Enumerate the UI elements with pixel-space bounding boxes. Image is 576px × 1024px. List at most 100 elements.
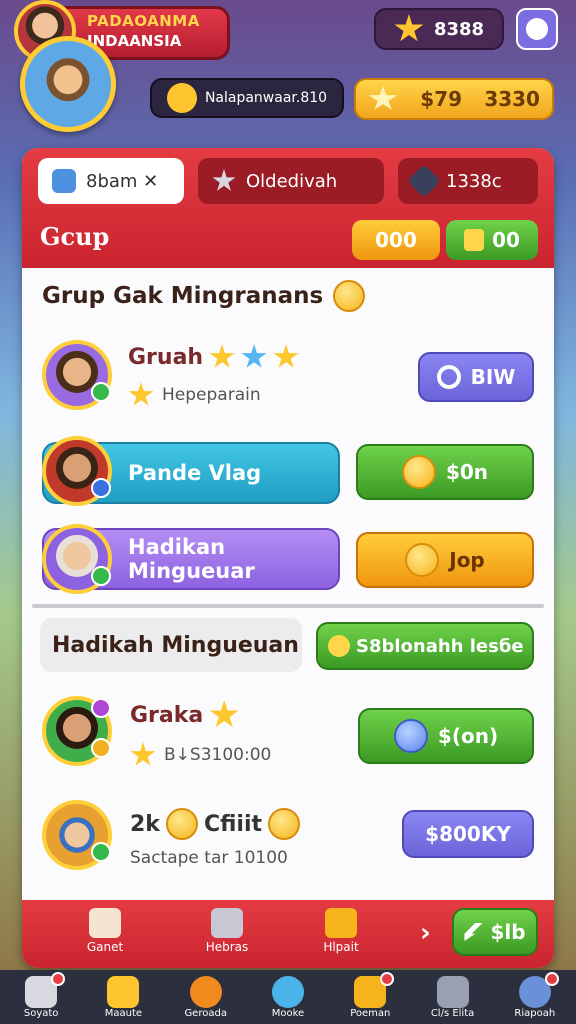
button-label: $800KY [425, 822, 511, 846]
star-icon [368, 86, 398, 110]
go-button[interactable]: $lb [452, 908, 538, 956]
smile-emoji-icon [401, 455, 436, 489]
house-icon [89, 908, 121, 938]
nav-label: Cl/s Elita [430, 1008, 475, 1019]
button-label: Jop [449, 548, 485, 572]
footer-camera[interactable]: Hebras [192, 906, 262, 954]
member-sub: Sactape tar 10100 [130, 848, 288, 868]
list-item[interactable]: 2k Cfiiit Sactape tar 10100 $800KY [42, 796, 538, 876]
star-icon [273, 344, 299, 368]
member-sub-text: Sactape tar 10100 [130, 848, 288, 868]
chevron-right-icon[interactable]: › [420, 918, 431, 948]
magic-badge-icon [91, 698, 111, 718]
tab-search[interactable]: 8bam ✕ [38, 158, 184, 204]
tab-weekly[interactable]: Hadikah Mingueuan [40, 618, 302, 672]
footer-home[interactable]: Ganet [70, 906, 140, 954]
smile-emoji-icon [268, 808, 301, 840]
online-badge-icon [91, 382, 111, 402]
star-icon [241, 344, 267, 368]
member-name: 2k Cfiiit [130, 808, 301, 840]
coin-counter[interactable]: 8388 [374, 8, 504, 50]
tab-gems[interactable]: 1338c [398, 158, 538, 204]
game-title-line2: INDAANSIA [87, 32, 182, 50]
smile-emoji-icon [165, 808, 198, 840]
orange-counter-value: 000 [375, 228, 417, 252]
star-badge-icon [91, 738, 111, 758]
player-avatar[interactable] [20, 36, 116, 132]
member-sub: B↓S3100:00 [130, 742, 271, 768]
search-label: S8blonahh lesбe [356, 635, 524, 657]
nav-label: Mooke [271, 1008, 305, 1019]
go-label: $lb [490, 920, 526, 944]
avatar [42, 800, 112, 870]
button-label: $0n [445, 460, 489, 484]
users-icon [526, 18, 548, 40]
nav-item-shop[interactable]: Geroada [165, 970, 247, 1024]
notification-dot [380, 972, 395, 986]
nav-item-home[interactable]: Soyato [0, 970, 82, 1024]
buy-button[interactable]: $800KY [402, 810, 534, 858]
view-button[interactable]: BIW [418, 352, 534, 402]
key-icon [166, 83, 197, 113]
gem-icon [407, 164, 441, 198]
avatar [42, 524, 112, 594]
orange-counter-button[interactable]: 000 [352, 220, 440, 260]
list-item[interactable]: Graka B↓S3100:00 $(on) [42, 692, 538, 772]
nav-label: Maaute [104, 1008, 143, 1019]
search-icon [328, 635, 350, 657]
play-button[interactable]: Jop [356, 532, 534, 588]
nav-item-missions[interactable]: Poeman [329, 970, 411, 1024]
member-name-text: Gruah [128, 344, 204, 370]
player-name-pill[interactable]: Nalapanwaar.810 [150, 78, 344, 118]
group-panel: 8bam ✕ Oldedivah 1338c Gcup 000 00 Grup … [22, 148, 554, 968]
nav-label: Poeman [350, 1008, 391, 1019]
wink-emoji-icon [405, 543, 440, 577]
join-button[interactable]: $0n [356, 444, 534, 500]
group-label: Gcup [40, 222, 110, 251]
divider [32, 604, 544, 608]
star-icon [130, 742, 156, 766]
nav-item-events[interactable]: Maaute [82, 970, 164, 1024]
footer-label: Ganet [86, 940, 124, 954]
nav-item-chat[interactable]: Mooke [247, 970, 329, 1024]
avatar [42, 436, 112, 506]
footer-gift[interactable]: Hlpait [306, 906, 376, 954]
nav-item-club[interactable]: Cl/s Elita [411, 970, 493, 1024]
puzzle-icon [436, 976, 469, 1008]
gold-right-value: 3330 [484, 87, 540, 111]
friends-button[interactable] [516, 8, 558, 50]
bottom-nav: Soyato Maaute Geroada Mooke Poeman Cl/s … [0, 970, 576, 1024]
search-button[interactable]: S8blonahh lesбe [316, 622, 534, 670]
smile-emoji-icon [333, 280, 366, 312]
online-badge-icon [91, 566, 111, 586]
list-item[interactable]: Gruah Hepeparain BIW [42, 338, 538, 414]
member-sub-text: Hepeparain [162, 385, 261, 405]
member-name: Gruah [128, 344, 299, 370]
member-name: Graka [130, 700, 239, 730]
chest-icon [464, 229, 485, 251]
tab-label: 8bam ✕ [86, 170, 159, 192]
member-name-text: Graka [130, 702, 204, 728]
game-title-line1: PADAOANMA [87, 12, 200, 30]
section-heading-text: Grup Gak Mingranans [42, 283, 324, 309]
pin-icon [436, 365, 461, 389]
section-heading: Grup Gak Mingranans [42, 280, 366, 312]
coin-count: 8388 [433, 18, 485, 40]
panel-footer: Ganet Hebras Hlpait › $lb [22, 900, 554, 968]
member-sub: Hepeparain [128, 382, 261, 408]
button-label: $(on) [437, 724, 499, 748]
shield-badge-icon [91, 478, 111, 498]
green-counter-button[interactable]: 00 [446, 220, 538, 260]
gold-counter[interactable]: $79 3330 [354, 78, 554, 120]
member-name-text: Hadikan Mingueuar [128, 535, 255, 583]
nav-label: Riapoah [514, 1008, 556, 1019]
member-name-suffix: Cfiiit [203, 811, 263, 837]
top-header: PADAOANMA INDAANSIA 8388 Nalapanwaar.810… [0, 0, 576, 150]
nav-label: Soyato [23, 1008, 59, 1019]
tab-label: Oldedivah [246, 170, 338, 192]
claim-button[interactable]: $(on) [358, 708, 534, 764]
tab-favorites[interactable]: Oldedivah [198, 158, 384, 204]
star-icon [209, 344, 235, 368]
nav-item-profile[interactable]: Riapoah [494, 970, 576, 1024]
footer-label: Hlpait [323, 940, 359, 954]
